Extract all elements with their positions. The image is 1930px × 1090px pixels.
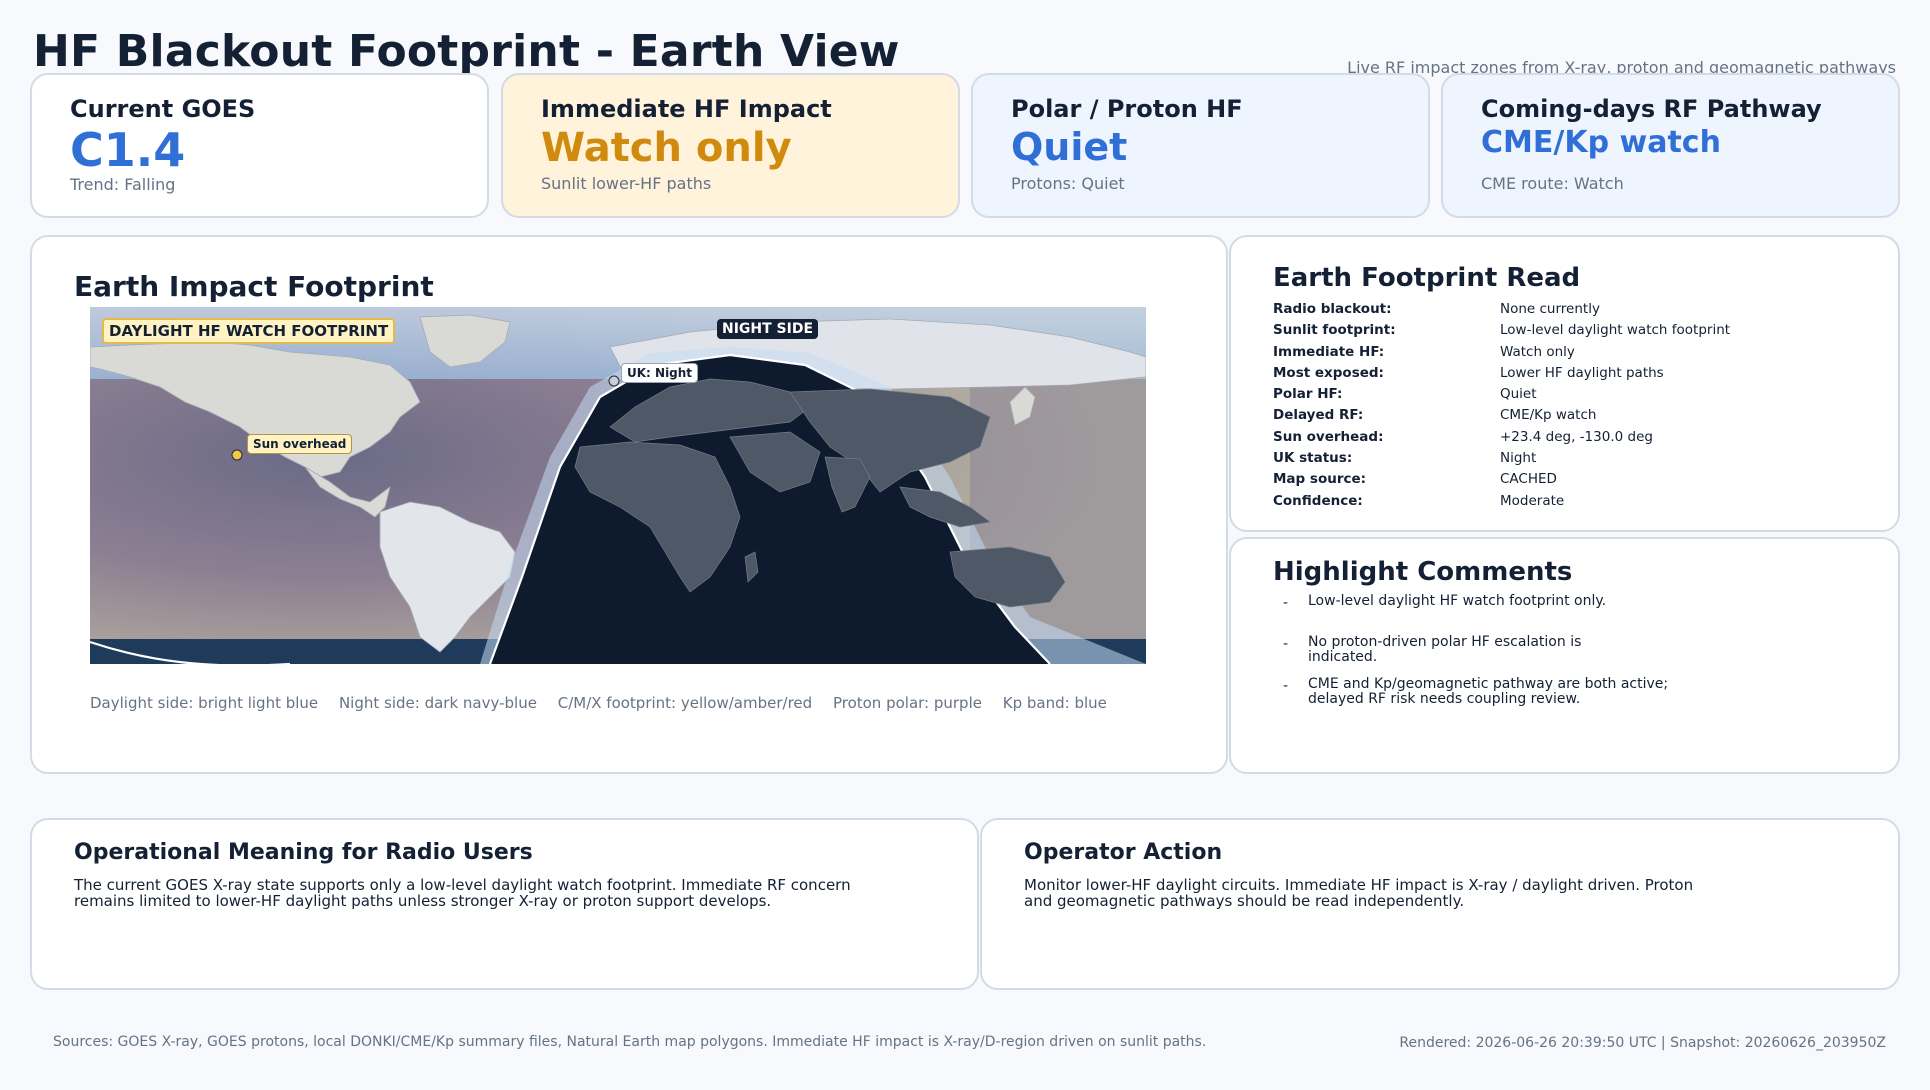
read-key: Delayed RF: <box>1273 407 1364 424</box>
operator-action-text: Monitor lower-HF daylight circuits. Imme… <box>1024 876 1694 910</box>
read-row: Delayed RF: CME/Kp watch <box>1273 407 1873 428</box>
read-key: Radio blackout: <box>1273 301 1392 317</box>
read-key: Sunlit footprint: <box>1273 322 1396 339</box>
operational-text: The current GOES X-ray state supports on… <box>74 876 851 910</box>
sun-overhead-marker <box>231 449 243 461</box>
read-value: CACHED <box>1500 471 1557 488</box>
read-key: Sun overhead: <box>1273 428 1384 445</box>
kpi-card-immediate-hf: Immediate HF Impact Watch only Sunlit lo… <box>501 73 960 218</box>
operational-meaning-panel: Operational Meaning for Radio Users The … <box>30 818 979 990</box>
kpi-value: Quiet <box>1011 125 1128 169</box>
footer-rendered: Rendered: 2026-06-26 20:39:50 UTC | Snap… <box>1399 1035 1886 1051</box>
read-row: Map source: CACHED <box>1273 471 1873 492</box>
kpi-sub: Sunlit lower-HF paths <box>541 174 712 193</box>
operator-action-panel: Operator Action Monitor lower-HF dayligh… <box>980 818 1900 990</box>
footprint-read-table: Radio blackout: None currently Sunlit foo… <box>1273 301 1873 514</box>
read-row: Immediate HF: Watch only <box>1273 344 1873 365</box>
read-row: Sunlit footprint: Low-level daylight watc… <box>1273 322 1873 343</box>
read-value: None currently <box>1500 301 1600 317</box>
legend-proton: Proton polar: purple <box>832 694 982 712</box>
read-row: UK status: Night <box>1273 450 1873 471</box>
highlight-comments-panel: Highlight Comments - Low-level daylight … <box>1229 537 1900 774</box>
kpi-card-polar-proton: Polar / Proton HF Quiet Protons: Quiet <box>971 73 1430 218</box>
kpi-value: CME/Kp watch <box>1481 125 1721 160</box>
panel-title: Earth Footprint Read <box>1273 263 1581 293</box>
comment-dash: - <box>1283 678 1289 694</box>
footprint-read-panel: Earth Footprint Read Radio blackout: None… <box>1229 235 1900 532</box>
map-legend: Daylight side: bright light blue Night s… <box>90 694 1123 712</box>
read-value: Night <box>1500 450 1537 467</box>
kpi-value: Watch only <box>541 125 792 171</box>
read-row: Radio blackout: None currently <box>1273 301 1873 322</box>
earth-map-canvas <box>90 307 1146 664</box>
read-row: Polar HF: Quiet <box>1273 386 1873 407</box>
panel-title: Earth Impact Footprint <box>74 270 434 303</box>
kpi-label: Current GOES <box>70 95 256 123</box>
comment-dash: - <box>1283 636 1289 652</box>
read-row: Confidence: Moderate <box>1273 493 1873 514</box>
kpi-sub: CME route: Watch <box>1481 174 1624 193</box>
footer-sources: Sources: GOES X-ray, GOES protons, local… <box>53 1034 1207 1050</box>
night-side-tag: NIGHT SIDE <box>717 319 819 339</box>
comment-text: Low-level daylight HF watch footprint on… <box>1308 593 1607 609</box>
kpi-card-goes: Current GOES C1.4 Trend: Falling <box>30 73 489 218</box>
read-key: Map source: <box>1273 471 1367 488</box>
read-key: Confidence: <box>1273 492 1363 509</box>
earth-map[interactable]: DAYLIGHT HF WATCH FOOTPRINT NIGHT SIDE U… <box>90 307 1146 664</box>
read-value: Quiet <box>1500 386 1537 403</box>
kpi-card-rf-pathway: Coming-days RF Pathway CME/Kp watch CME … <box>1441 73 1900 218</box>
legend-day: Daylight side: bright light blue <box>90 694 319 712</box>
legend-night: Night side: dark navy-blue <box>338 694 537 712</box>
daylight-footprint-tag: DAYLIGHT HF WATCH FOOTPRINT <box>102 318 396 344</box>
read-value: Watch only <box>1500 343 1575 360</box>
kpi-label: Coming-days RF Pathway <box>1481 95 1822 123</box>
legend-kp: Kp band: blue <box>1002 694 1107 712</box>
read-key: Most exposed: <box>1273 364 1384 381</box>
read-key: Polar HF: <box>1273 386 1343 403</box>
sun-overhead-tag: Sun overhead <box>247 434 353 454</box>
comment-text: No proton-driven polar HF escalation is … <box>1308 634 1582 665</box>
kpi-label: Polar / Proton HF <box>1011 95 1243 123</box>
kpi-value: C1.4 <box>70 123 186 177</box>
uk-marker <box>608 375 620 387</box>
read-value: Moderate <box>1500 492 1565 509</box>
page-title: HF Blackout Footprint - Earth View <box>33 26 900 77</box>
comment-dash: - <box>1283 595 1289 611</box>
read-value: Lower HF daylight paths <box>1500 364 1664 381</box>
legend-footprint: C/M/X footprint: yellow/amber/red <box>557 694 813 712</box>
kpi-sub: Protons: Quiet <box>1011 174 1125 193</box>
read-value: +23.4 deg, -130.0 deg <box>1500 428 1653 445</box>
read-key: Immediate HF: <box>1273 343 1385 360</box>
panel-title: Operational Meaning for Radio Users <box>74 840 533 865</box>
panel-title: Highlight Comments <box>1273 557 1573 587</box>
read-row: Sun overhead: +23.4 deg, -130.0 deg <box>1273 429 1873 450</box>
read-key: UK status: <box>1273 450 1353 467</box>
kpi-label: Immediate HF Impact <box>541 95 832 123</box>
kpi-sub: Trend: Falling <box>70 175 176 194</box>
uk-status-tag: UK: Night <box>621 363 699 383</box>
panel-title: Operator Action <box>1024 840 1223 865</box>
read-row: Most exposed: Lower HF daylight paths <box>1273 365 1873 386</box>
read-value: CME/Kp watch <box>1500 407 1597 424</box>
comment-text: CME and Kp/geomagnetic pathway are both … <box>1308 676 1669 707</box>
read-value: Low-level daylight watch footprint <box>1500 322 1731 339</box>
